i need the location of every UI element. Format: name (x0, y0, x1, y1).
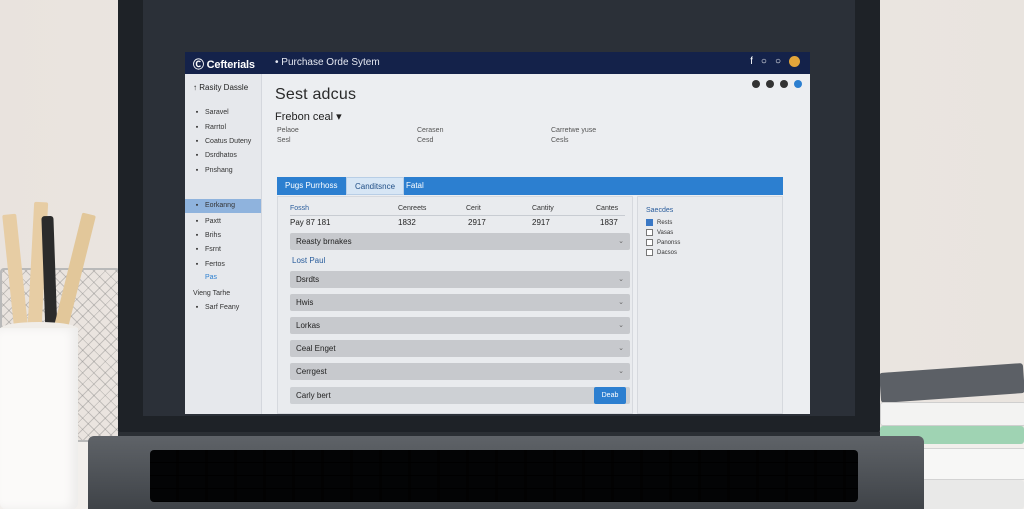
app-name: • Purchase Orde Sytem (275, 57, 380, 68)
coffee-mug (0, 328, 78, 509)
menu-icon: ▪ (195, 109, 199, 116)
header-icons: f ○ ○ (750, 56, 800, 67)
sidebar-item[interactable]: ▪ Fsrnt (193, 246, 221, 253)
toolbar-icon[interactable] (780, 80, 788, 88)
main-content: Sest adcus Frebon ceal ▾ Pelaoe Sesl Cera… (275, 74, 810, 414)
app-logo[interactable]: Ⓒ Cefterials (193, 56, 255, 72)
dropdown-field[interactable]: Lorkas ⌄ (290, 317, 630, 334)
app-window: Ⓒ Cefterials • Purchase Orde Sytem f ○ ○… (185, 52, 810, 414)
submit-button[interactable]: Deab (594, 387, 626, 404)
dropdown-field[interactable]: Dsrdts ⌄ (290, 271, 630, 288)
form-panel: Fossh Cenreets Cerit Cantity Cantes Pay … (277, 196, 633, 414)
filter-title: Saecdes (646, 207, 674, 214)
tab-bar: Pugs Purrhoss Canditsnce Fatal (277, 177, 783, 195)
sidebar-item[interactable]: ▪ Dsrdhatos (193, 152, 237, 159)
sidebar-item[interactable]: Vieng Tarhe (193, 290, 230, 297)
menu-icon: ▪ (195, 124, 199, 131)
menu-icon: ▪ (195, 138, 199, 145)
checkbox[interactable] (646, 249, 653, 256)
field-carretwe: Carretwe yuse Cesls (551, 127, 597, 144)
dropdown-field[interactable]: Hwis ⌄ (290, 294, 630, 311)
filter-option[interactable]: Rests (646, 219, 672, 226)
menu-icon: ▪ (195, 304, 199, 311)
app-name-text: Purchase Orde Sytem (281, 57, 380, 68)
column-header: Cantes (596, 205, 619, 212)
field-pelaoe: Pelaoe Sesl (277, 127, 299, 144)
menu-icon: ▪ (195, 152, 199, 159)
table-cell: 2917 (468, 218, 486, 227)
section-label: Lost Paul (292, 256, 326, 265)
checkbox-checked[interactable] (646, 219, 653, 226)
menu-icon: ▪ (195, 261, 199, 268)
sidebar-item[interactable]: ▪ Paxtt (193, 218, 221, 225)
sidebar-heading[interactable]: ↑ Rasity Dassle (193, 83, 248, 92)
input-row[interactable]: Carly bert Deab (290, 387, 630, 404)
app-header: Ⓒ Cefterials • Purchase Orde Sytem f ○ ○ (185, 52, 810, 74)
column-header: Fossh (290, 205, 310, 212)
menu-icon: ▪ (195, 232, 199, 239)
chevron-down-icon: ⌄ (618, 276, 624, 283)
column-header: Cenreets (398, 205, 427, 212)
filter-option[interactable]: Vasas (646, 229, 673, 236)
sidebar-item[interactable]: ▪ Saravel (193, 109, 229, 116)
chevron-down-icon: ⌄ (618, 322, 624, 329)
notification-icon[interactable]: ○ (761, 56, 767, 67)
laptop-keyboard (150, 450, 858, 502)
checkbox[interactable] (646, 229, 653, 236)
avatar[interactable] (789, 56, 800, 67)
toolbar-icon-active[interactable] (794, 80, 802, 88)
sidebar-item[interactable]: ▪ Rarrtol (193, 124, 226, 131)
sidebar-item[interactable]: ▪ Pnshang (193, 167, 233, 174)
toolbar-icons (752, 80, 802, 88)
toolbar-icon[interactable] (766, 80, 774, 88)
menu-icon: ▪ (195, 218, 199, 225)
table-cell: 1832 (398, 218, 416, 227)
checkbox[interactable] (646, 239, 653, 246)
menu-icon: ▪ (195, 246, 199, 253)
sidebar-item[interactable]: ▪ Coatus Duteny (193, 138, 252, 145)
table-cell: 2917 (532, 218, 550, 227)
sidebar-item[interactable]: Pas (205, 274, 217, 281)
sidebar-item[interactable]: ▪ Brihs (193, 232, 221, 239)
sidebar: ↑ Rasity Dassle ▪ Saravel ▪ Rarrtol ▪ Coatu… (185, 74, 262, 414)
dropdown-field[interactable]: Cerrgest ⌄ (290, 363, 630, 380)
toolbar-icon[interactable] (752, 80, 760, 88)
field-cerasen: Cerasen Cesd (417, 127, 444, 144)
tab-fatal[interactable]: Fatal (398, 177, 432, 195)
tab-purchases[interactable]: Pugs Purrhoss (277, 177, 345, 195)
menu-icon: ▪ (195, 202, 199, 209)
facebook-icon[interactable]: f (750, 56, 753, 67)
table-cell: 1837 (600, 218, 618, 227)
record-select[interactable]: Frebon ceal ▾ (275, 110, 342, 123)
table-cell: Pay 87 181 (290, 218, 331, 227)
dropdown-field[interactable]: Ceal Enget ⌄ (290, 340, 630, 357)
column-header: Cerit (466, 205, 481, 212)
tab-canditsnce[interactable]: Canditsnce (346, 177, 405, 195)
header-divider (290, 215, 625, 216)
chevron-down-icon: ⌄ (618, 238, 624, 245)
chevron-down-icon: ⌄ (618, 299, 624, 306)
chevron-down-icon: ⌄ (618, 345, 624, 352)
chevron-down-icon: ⌄ (618, 368, 624, 375)
sidebar-item-active[interactable]: ▪ Eorkanng (193, 202, 235, 209)
filter-option[interactable]: Dacsos (646, 249, 677, 256)
dropdown-field[interactable]: Reasty brnakes ⌄ (290, 233, 630, 250)
filter-panel: Saecdes Rests Vasas Panonss Dacsos (637, 196, 783, 414)
sidebar-item[interactable]: ▪ Sarf Feany (193, 304, 240, 311)
page-title: Sest adcus (275, 86, 357, 103)
filter-option[interactable]: Panonss (646, 239, 680, 246)
menu-icon: ▪ (195, 167, 199, 174)
sidebar-item[interactable]: ▪ Fertos (193, 261, 225, 268)
column-header: Cantity (532, 205, 554, 212)
settings-icon[interactable]: ○ (775, 56, 781, 67)
app-logo-text: Cefterials (206, 59, 255, 71)
